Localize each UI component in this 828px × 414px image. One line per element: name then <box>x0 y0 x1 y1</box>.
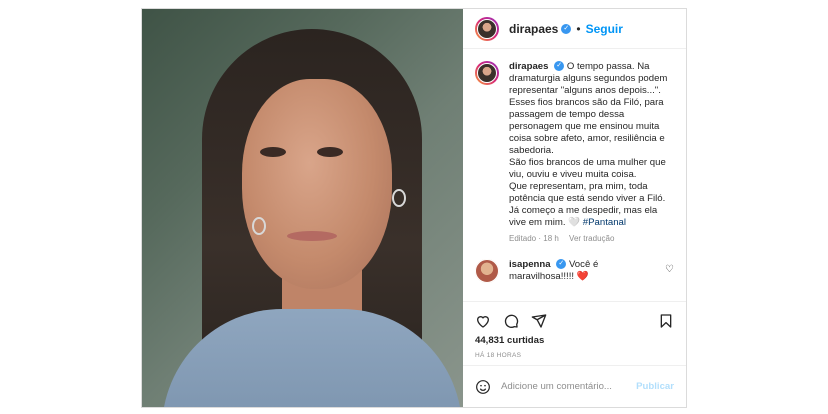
hashtag-link[interactable]: #Pantanal <box>583 217 626 228</box>
caption-avatar[interactable] <box>475 61 499 85</box>
post-photo[interactable] <box>142 9 463 407</box>
caption-username[interactable]: dirapaes <box>509 61 548 72</box>
action-bar <box>463 301 686 333</box>
verified-icon: ✓ <box>561 23 572 34</box>
photo-earring-right <box>392 189 406 207</box>
photo-earring-left <box>252 217 266 235</box>
post-timestamp[interactable]: HÁ 18 HORAS <box>463 349 686 365</box>
comments-section: dirapaes ✓ O tempo passa. Na dramaturgia… <box>463 49 686 301</box>
add-comment-bar: Adicione um comentário... Publicar <box>463 365 686 407</box>
header-username[interactable]: dirapaes <box>509 22 558 36</box>
post-header: dirapaes ✓ • Seguir <box>463 9 686 49</box>
share-icon[interactable] <box>531 313 547 329</box>
caption-meta: Editado · 18 h Ver tradução <box>509 233 674 245</box>
header-separator: • <box>576 21 581 36</box>
photo-mouth <box>287 231 337 241</box>
heart-icon[interactable] <box>475 313 491 329</box>
post-modal: dirapaes ✓ • Seguir dirapaes ✓ O tempo p… <box>141 8 687 408</box>
heart-small-icon[interactable]: ♡ <box>665 264 674 275</box>
comment-avatar[interactable] <box>475 259 499 283</box>
caption-line: Esses fios brancos são da Filó, para pas… <box>509 97 665 156</box>
edited-label: Editado · 18 h <box>509 234 559 243</box>
post-sidebar: dirapaes ✓ • Seguir dirapaes ✓ O tempo p… <box>463 9 686 407</box>
verified-icon: ✓ <box>554 61 565 72</box>
photo-eye-left <box>260 147 286 157</box>
emoji-icon[interactable] <box>475 379 491 395</box>
caption-line: Que representam, pra mim, toda potência … <box>509 181 666 204</box>
translate-link[interactable]: Ver tradução <box>569 234 614 243</box>
caption: dirapaes ✓ O tempo passa. Na dramaturgia… <box>509 61 674 245</box>
publish-button[interactable]: Publicar <box>636 381 674 392</box>
comment-row: isapenna ✓ Você é maravilhosa!!!!! ❤️ ♡ <box>475 259 674 283</box>
comment-input[interactable]: Adicione um comentário... <box>501 381 636 392</box>
caption-row: dirapaes ✓ O tempo passa. Na dramaturgia… <box>475 61 674 245</box>
photo-face <box>242 79 392 289</box>
photo-eye-right <box>317 147 343 157</box>
comment-text: isapenna ✓ Você é maravilhosa!!!!! ❤️ <box>509 259 665 283</box>
caption-line: São fios brancos de uma mulher que viu, … <box>509 157 666 180</box>
verified-icon: ✓ <box>556 259 567 270</box>
likes-count[interactable]: 44,831 curtidas <box>463 333 686 349</box>
comment-username[interactable]: isapenna <box>509 259 551 270</box>
comment-icon[interactable] <box>503 313 519 329</box>
bookmark-icon[interactable] <box>658 313 674 329</box>
follow-button[interactable]: Seguir <box>586 22 623 36</box>
avatar[interactable] <box>475 16 499 41</box>
